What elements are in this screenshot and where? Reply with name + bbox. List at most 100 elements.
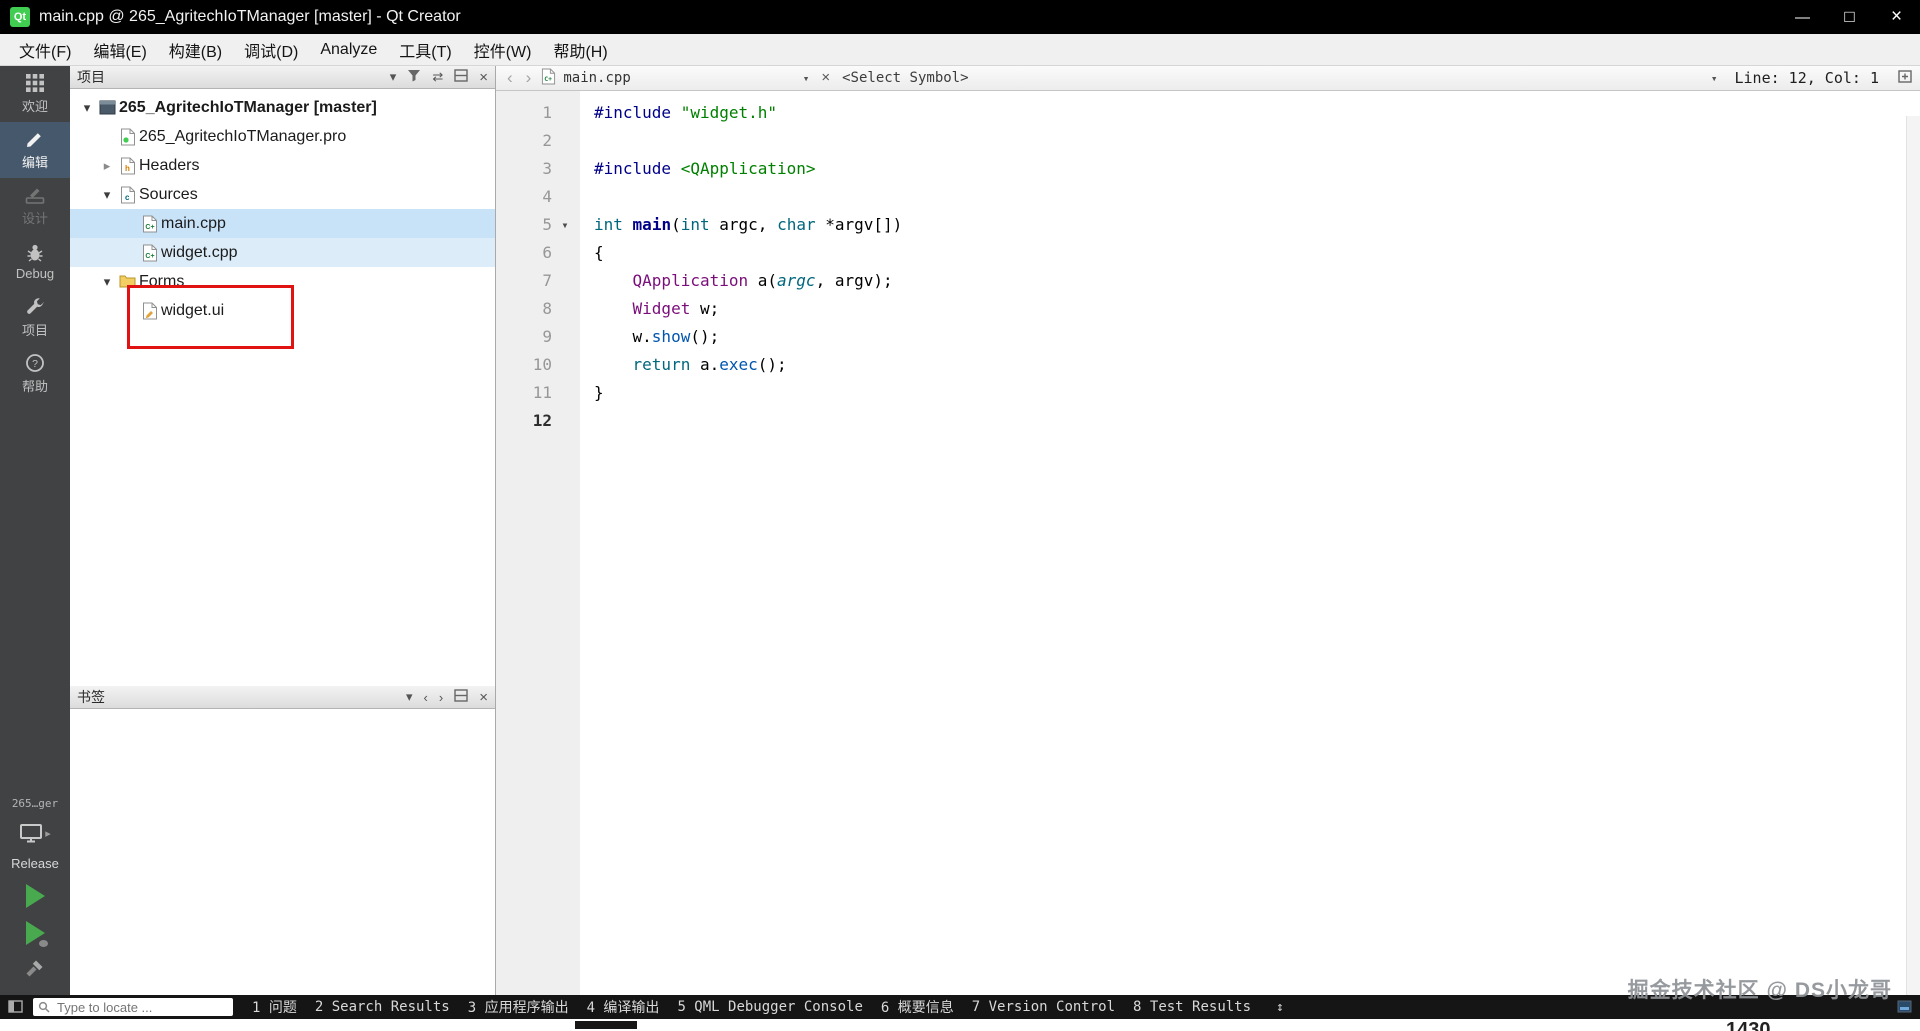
split-icon[interactable] bbox=[454, 69, 468, 85]
run-button[interactable] bbox=[25, 884, 45, 908]
go-back-button[interactable] bbox=[504, 68, 516, 88]
menu-item[interactable]: Analyze bbox=[309, 41, 388, 59]
progress-indicator-icon[interactable] bbox=[1897, 998, 1912, 1017]
locator-input[interactable] bbox=[55, 998, 228, 1016]
open-file-name: main.cpp bbox=[563, 70, 631, 86]
mode-debug[interactable]: Debug bbox=[0, 234, 70, 290]
project-tree: 265_AgritechIoTManager [master] 265_Agri… bbox=[70, 89, 495, 686]
code-editor[interactable]: 1 2 3 4 5 ▾ 6 7 8 9 10 11 12 #include "widget.h" #in… bbox=[496, 91, 1920, 995]
menu-item[interactable]: 帮助(H) bbox=[542, 38, 618, 62]
line-number: 11 bbox=[532, 383, 552, 402]
chevron-right-icon[interactable] bbox=[439, 690, 443, 705]
maximize-button[interactable] bbox=[1826, 0, 1873, 34]
hammer-icon bbox=[26, 960, 43, 977]
close-button[interactable] bbox=[1873, 0, 1920, 34]
open-file-dropdown[interactable]: C+ main.cpp bbox=[541, 68, 809, 89]
symbol-selector-dropdown[interactable]: <Select Symbol> bbox=[842, 70, 1717, 86]
pane-selector-caret-icon[interactable] bbox=[390, 69, 397, 85]
output-pane-button[interactable]: 1 问题 bbox=[243, 997, 306, 1017]
tree-item-label: Sources bbox=[139, 185, 198, 203]
code-line[interactable]: Widget w; bbox=[594, 295, 1906, 323]
code-line[interactable]: #include "widget.h" bbox=[594, 99, 1906, 127]
filter-icon[interactable] bbox=[407, 69, 421, 85]
run-debug-button[interactable] bbox=[25, 921, 48, 947]
tree-item-headers[interactable]: h Headers bbox=[70, 151, 495, 180]
bookmarks-pane-header: 书签 bbox=[70, 686, 495, 709]
mode-help[interactable]: ? 帮助 bbox=[0, 346, 70, 402]
sidebar-toggle-icon[interactable] bbox=[8, 998, 23, 1017]
cpp-file-icon: C+ bbox=[541, 68, 556, 89]
bug-icon bbox=[38, 940, 48, 947]
window-title: main.cpp @ 265_AgritechIoTManager [maste… bbox=[39, 8, 461, 25]
chevron-down-icon[interactable] bbox=[98, 274, 116, 290]
tree-item-label: 265_AgritechIoTManager.pro bbox=[139, 127, 347, 145]
tree-item-main-cpp[interactable]: C+ main.cpp bbox=[70, 209, 495, 238]
output-pane-button[interactable]: 6 概要信息 bbox=[872, 997, 963, 1017]
output-pane-button[interactable]: 3 应用程序输出 bbox=[459, 997, 578, 1017]
bookmarks-pane-title: 书签 bbox=[77, 689, 105, 705]
output-pane-maximize-icon[interactable] bbox=[1270, 1000, 1290, 1015]
menu-item[interactable]: 编辑(E) bbox=[82, 38, 157, 62]
line-number: 4 bbox=[542, 187, 552, 206]
tree-item-pro-file[interactable]: 265_AgritechIoTManager.pro bbox=[70, 122, 495, 151]
kit-selector-button[interactable] bbox=[19, 823, 51, 843]
tree-item-project-root[interactable]: 265_AgritechIoTManager [master] bbox=[70, 93, 495, 122]
code-line[interactable]: int main(int argc, char *argv[]) bbox=[594, 211, 1906, 239]
menu-item[interactable]: 控件(W) bbox=[463, 38, 543, 62]
chevron-down-icon[interactable] bbox=[78, 100, 96, 116]
tree-item-widget-cpp[interactable]: C+ widget.cpp bbox=[70, 238, 495, 267]
code-line[interactable] bbox=[594, 183, 1906, 211]
code-line[interactable] bbox=[594, 127, 1906, 155]
output-pane-button[interactable]: 5 QML Debugger Console bbox=[668, 999, 871, 1015]
output-pane-button[interactable]: 8 Test Results bbox=[1124, 999, 1260, 1015]
output-pane-button[interactable]: 7 Version Control bbox=[963, 999, 1124, 1015]
kit-name-label: 265…ger bbox=[11, 797, 59, 810]
svg-text:c: c bbox=[125, 193, 130, 202]
mode-edit[interactable]: 编辑 bbox=[0, 122, 70, 178]
output-pane-button[interactable]: 2 Search Results bbox=[306, 999, 459, 1015]
menu-item[interactable]: 工具(T) bbox=[388, 38, 462, 62]
locator-box[interactable] bbox=[33, 998, 233, 1016]
go-forward-button[interactable] bbox=[523, 68, 535, 88]
code-line[interactable] bbox=[594, 407, 1906, 435]
output-pane-button[interactable]: 4 编译输出 bbox=[578, 997, 669, 1017]
minimize-button[interactable] bbox=[1779, 0, 1826, 34]
editor-scrollbar[interactable] bbox=[1906, 116, 1920, 995]
title-bar: Qt main.cpp @ 265_AgritechIoTManager [ma… bbox=[0, 0, 1920, 34]
bottom-strip: 1430 bbox=[0, 1019, 1920, 1031]
line-number: 12 bbox=[532, 411, 552, 430]
split-editor-icon[interactable] bbox=[1898, 69, 1912, 87]
mode-design[interactable]: 设计 bbox=[0, 178, 70, 234]
code-line[interactable]: } bbox=[594, 379, 1906, 407]
tree-item-widget-ui[interactable]: widget.ui bbox=[70, 296, 495, 325]
code-line[interactable]: w.show(); bbox=[594, 323, 1906, 351]
chevron-right-icon[interactable] bbox=[98, 158, 116, 174]
code-line[interactable]: return a.exec(); bbox=[594, 351, 1906, 379]
build-button[interactable] bbox=[24, 958, 46, 985]
chevron-left-icon[interactable] bbox=[424, 690, 428, 705]
close-document-button[interactable] bbox=[816, 69, 835, 87]
mode-welcome[interactable]: 欢迎 bbox=[0, 66, 70, 122]
fold-marker-icon[interactable]: ▾ bbox=[552, 211, 578, 239]
mode-projects[interactable]: 项目 bbox=[0, 290, 70, 346]
line-number: 8 bbox=[542, 299, 552, 318]
code-line[interactable]: QApplication a(argc, argv); bbox=[594, 267, 1906, 295]
menu-item[interactable]: 文件(F) bbox=[8, 38, 82, 62]
code-line[interactable]: { bbox=[594, 239, 1906, 267]
menu-item[interactable]: 构建(B) bbox=[158, 38, 233, 62]
tree-item-forms[interactable]: Forms bbox=[70, 267, 495, 296]
sync-with-editor-icon[interactable] bbox=[432, 69, 443, 85]
bookmarks-list[interactable] bbox=[70, 709, 495, 995]
project-icon bbox=[96, 100, 119, 115]
split-icon[interactable] bbox=[454, 689, 468, 705]
run-play-icon bbox=[25, 884, 45, 908]
close-pane-icon[interactable] bbox=[479, 689, 488, 706]
menu-item[interactable]: 调试(D) bbox=[233, 38, 309, 62]
line-number: 7 bbox=[542, 271, 552, 290]
tree-item-sources[interactable]: c Sources bbox=[70, 180, 495, 209]
mode-label: 帮助 bbox=[21, 379, 48, 394]
close-pane-icon[interactable] bbox=[479, 69, 488, 86]
pane-selector-caret-icon[interactable] bbox=[406, 689, 413, 705]
chevron-down-icon[interactable] bbox=[98, 187, 116, 203]
code-line[interactable]: #include <QApplication> bbox=[594, 155, 1906, 183]
